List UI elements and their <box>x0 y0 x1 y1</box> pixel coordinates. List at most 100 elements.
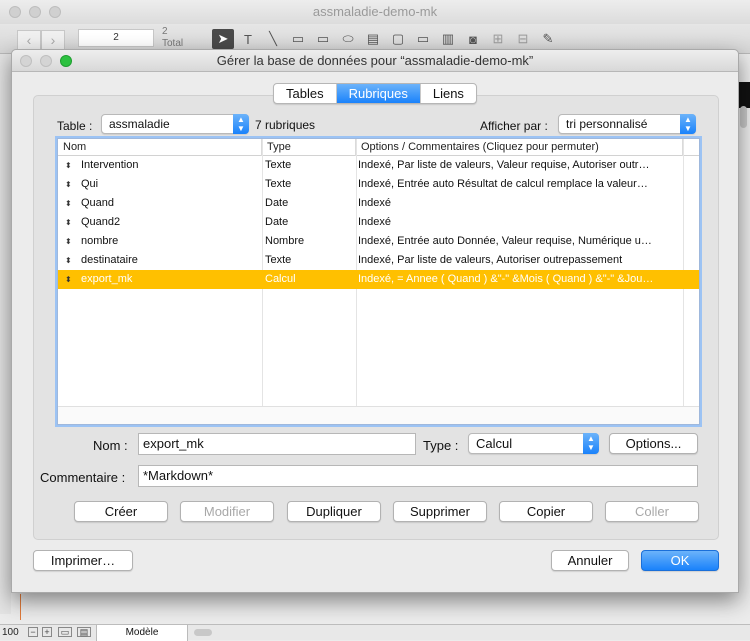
table-row[interactable]: ⬍ Qui Texte Indexé, Entrée auto Résultat… <box>58 175 699 194</box>
row-type: Calcul <box>265 273 296 285</box>
column-header-type[interactable]: Type <box>262 139 356 156</box>
zoom-level[interactable]: 100 <box>2 625 19 640</box>
line-tool-icon[interactable]: ╲ <box>262 29 284 49</box>
app-titlebar: assmaladie-demo-mk <box>0 0 750 24</box>
horizontal-scroll-thumb[interactable] <box>194 629 212 636</box>
create-button[interactable]: Créer <box>74 501 168 522</box>
tab-bar: Tables Rubriques Liens <box>273 83 477 104</box>
row-options: Indexé, Entrée auto Donnée, Valeur requi… <box>358 235 652 247</box>
zoom-dot[interactable] <box>49 6 61 18</box>
text-tool-icon[interactable]: T <box>237 29 259 49</box>
delete-button[interactable]: Supprimer <box>393 501 487 522</box>
dialog-titlebar: Gérer la base de données pour “assmaladi… <box>12 50 738 72</box>
type-label: Type : <box>423 438 459 453</box>
row-options: Indexé, Par liste de valeurs, Autoriser … <box>358 254 623 266</box>
chart-tool-icon[interactable]: ▥ <box>437 29 459 49</box>
insert-part-icon[interactable]: ⊟ <box>512 29 534 49</box>
field-type-value: Calcul <box>476 436 513 451</box>
column-header-options[interactable]: Options / Commentaires (Cliquez pour per… <box>356 139 683 156</box>
table-header: Nom Type Options / Commentaires (Cliquez… <box>58 139 699 156</box>
minimize-dot[interactable] <box>29 6 41 18</box>
row-name: Quand2 <box>81 216 121 228</box>
insert-field-icon[interactable]: ⊞ <box>487 29 509 49</box>
table-label: Table : <box>57 119 93 133</box>
fields-table: Nom Type Options / Commentaires (Cliquez… <box>57 138 700 425</box>
reorder-handle-icon[interactable]: ⬍ <box>65 270 72 289</box>
sort-by-label: Afficher par : <box>480 119 548 133</box>
comment-input[interactable]: *Markdown* <box>138 465 698 487</box>
reorder-handle-icon[interactable]: ⬍ <box>65 175 72 194</box>
app-left-margin <box>0 54 11 614</box>
dialog-minimize-icon[interactable] <box>40 55 52 67</box>
reorder-handle-icon[interactable]: ⬍ <box>65 251 72 270</box>
app-right-scrollbar[interactable] <box>738 54 750 614</box>
tab-tables[interactable]: Tables <box>274 84 337 103</box>
layout-guide <box>20 594 21 620</box>
sort-by-value: tri personnalisé <box>566 117 648 131</box>
format-painter-icon[interactable]: ✎ <box>537 29 559 49</box>
row-type: Texte <box>265 178 292 190</box>
table-row-selected[interactable]: ⬍ export_mk Calcul Indexé, = Annee ( Qua… <box>58 270 699 289</box>
row-name: Quand <box>81 197 115 209</box>
field-name-input[interactable]: export_mk <box>138 433 416 455</box>
nom-label: Nom : <box>93 438 128 453</box>
zoom-out-icon[interactable]: − <box>28 627 38 637</box>
record-navigation: ‹ › <box>17 30 65 50</box>
print-button[interactable]: Imprimer… <box>33 550 133 571</box>
field-type-select[interactable]: Calcul ▲ ▼ <box>468 433 599 454</box>
table-select-value: assmaladie <box>109 117 170 131</box>
pointer-tool-icon[interactable]: ➤ <box>212 29 234 49</box>
button-bar-tool-icon[interactable]: ▤ <box>362 29 384 49</box>
record-total: 2 Total <box>162 26 183 50</box>
row-type: Nombre <box>265 235 305 247</box>
table-row[interactable]: ⬍ nombre Nombre Indexé, Entrée auto Donn… <box>58 232 699 251</box>
slide-control-tool-icon[interactable]: ▭ <box>412 29 434 49</box>
row-options: Indexé <box>358 216 392 228</box>
reorder-handle-icon[interactable]: ⬍ <box>65 213 72 232</box>
cancel-button[interactable]: Annuler <box>551 550 629 571</box>
web-viewer-tool-icon[interactable]: ◙ <box>462 29 484 49</box>
zoom-in-icon[interactable]: + <box>42 627 52 637</box>
row-name: Qui <box>81 178 99 190</box>
dialog-zoom-icon[interactable] <box>60 55 72 67</box>
row-options: Indexé, Entrée auto Résultat de calcul r… <box>358 178 648 190</box>
button-tool-icon[interactable]: ⬭ <box>337 29 359 49</box>
ok-button[interactable]: OK <box>641 550 719 571</box>
table-horizontal-scrollbar[interactable] <box>58 406 699 424</box>
dialog-close-icon[interactable] <box>20 55 32 67</box>
column-header-nom[interactable]: Nom <box>58 139 262 156</box>
tab-rubriques[interactable]: Rubriques <box>336 84 421 103</box>
duplicate-button[interactable]: Dupliquer <box>287 501 381 522</box>
record-number-field[interactable]: 2 <box>78 29 154 47</box>
row-type: Texte <box>265 159 292 171</box>
field-tool-icon[interactable]: ▭ <box>312 29 334 49</box>
tab-liens[interactable]: Liens <box>421 84 476 103</box>
row-name: Intervention <box>81 159 139 171</box>
reorder-handle-icon[interactable]: ⬍ <box>65 156 72 175</box>
reorder-handle-icon[interactable]: ⬍ <box>65 232 72 251</box>
layout-view-icon[interactable]: ▤ <box>77 627 91 637</box>
rectangle-tool-icon[interactable]: ▭ <box>287 29 309 49</box>
scroll-thumb[interactable] <box>740 106 747 128</box>
table-select[interactable]: assmaladie ▲ ▼ <box>101 114 249 134</box>
table-row[interactable]: ⬍ destinataire Texte Indexé, Par liste d… <box>58 251 699 270</box>
dialog-window-controls <box>20 55 72 67</box>
mode-indicator[interactable]: Modèle <box>96 625 188 641</box>
tab-control-tool-icon[interactable]: ▢ <box>387 29 409 49</box>
chevron-right-icon[interactable]: › <box>41 30 65 50</box>
table-row[interactable]: ⬍ Quand Date Indexé <box>58 194 699 213</box>
row-name: destinataire <box>81 254 138 266</box>
view-icon[interactable]: ▭ <box>58 627 72 637</box>
reorder-handle-icon[interactable]: ⬍ <box>65 194 72 213</box>
row-options: Indexé, Par liste de valeurs, Valeur req… <box>358 159 650 171</box>
sort-by-select[interactable]: tri personnalisé ▲ ▼ <box>558 114 696 134</box>
chevron-left-icon[interactable]: ‹ <box>17 30 41 50</box>
row-type: Date <box>265 197 289 209</box>
table-row[interactable]: ⬍ Intervention Texte Indexé, Par liste d… <box>58 156 699 175</box>
app-status-bar: 100 − + ▭ ▤ Modèle <box>0 624 750 641</box>
options-button[interactable]: Options... <box>609 433 698 454</box>
close-dot[interactable] <box>9 6 21 18</box>
copy-button[interactable]: Copier <box>499 501 593 522</box>
table-row[interactable]: ⬍ Quand2 Date Indexé <box>58 213 699 232</box>
layout-header-band <box>738 82 750 108</box>
